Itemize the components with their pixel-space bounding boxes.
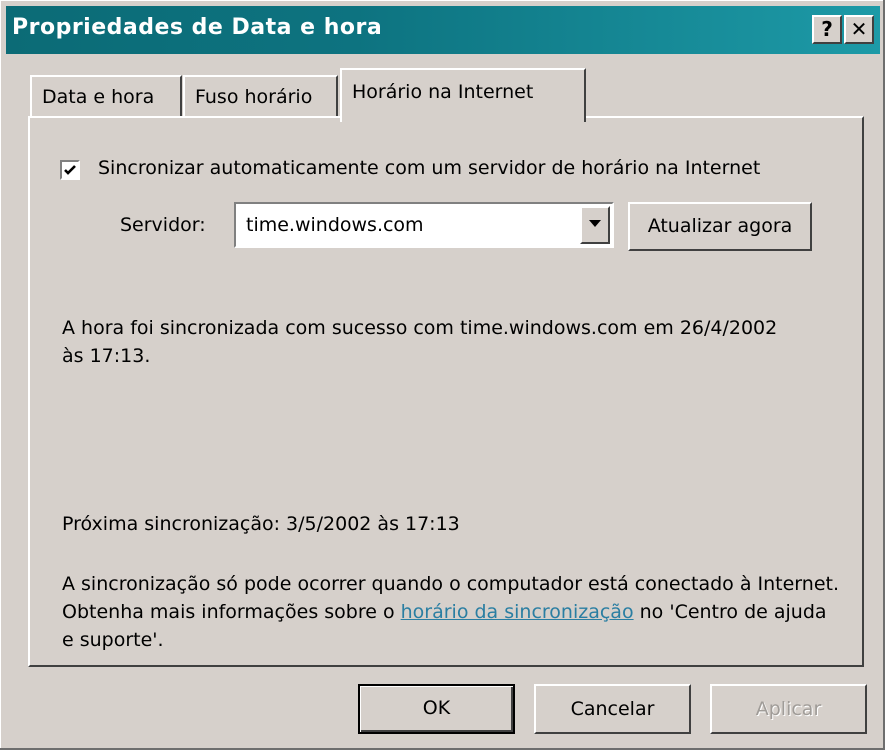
ok-button[interactable]: OK <box>358 684 515 734</box>
checkmark-icon <box>64 165 76 175</box>
window-title: Propriedades de Data e hora <box>12 15 383 40</box>
date-time-properties-dialog: Propriedades de Data e hora ? ✕ Data e h… <box>0 0 885 750</box>
sync-success-message: A hora foi sincronizada com sucesso com … <box>62 317 778 367</box>
title-bar: Propriedades de Data e hora ? ✕ <box>6 6 880 54</box>
tab-label: Data e hora <box>42 86 155 108</box>
sync-help-link[interactable]: horário da sincronização <box>401 601 634 623</box>
server-value[interactable]: time.windows.com <box>246 214 424 236</box>
update-now-button[interactable]: Atualizar agora <box>628 202 812 251</box>
combo-dropdown-button[interactable] <box>580 206 610 244</box>
server-combobox[interactable]: time.windows.com <box>234 202 614 248</box>
server-label: Servidor: <box>120 214 206 236</box>
help-icon: ? <box>821 17 833 41</box>
auto-sync-checkbox[interactable] <box>60 160 80 180</box>
chevron-down-icon <box>589 220 601 227</box>
tab-time-zone[interactable]: Fuso horário <box>183 75 338 116</box>
sync-note: A sincronização só pode ocorrer quando o… <box>62 570 842 654</box>
tab-date-time[interactable]: Data e hora <box>30 75 182 116</box>
tab-internet-time[interactable]: Horário na Internet <box>340 68 586 122</box>
cancel-button[interactable]: Cancelar <box>534 684 691 734</box>
close-icon: ✕ <box>850 17 868 41</box>
close-button[interactable]: ✕ <box>844 15 874 44</box>
help-button[interactable]: ? <box>812 15 842 44</box>
next-sync-text: Próxima sincronização: 3/5/2002 às 17:13 <box>62 513 460 535</box>
apply-button[interactable]: Aplicar <box>710 684 867 734</box>
tab-label: Horário na Internet <box>352 81 534 103</box>
tab-label: Fuso horário <box>195 86 313 108</box>
auto-sync-label[interactable]: Sincronizar automaticamente com um servi… <box>98 157 760 179</box>
